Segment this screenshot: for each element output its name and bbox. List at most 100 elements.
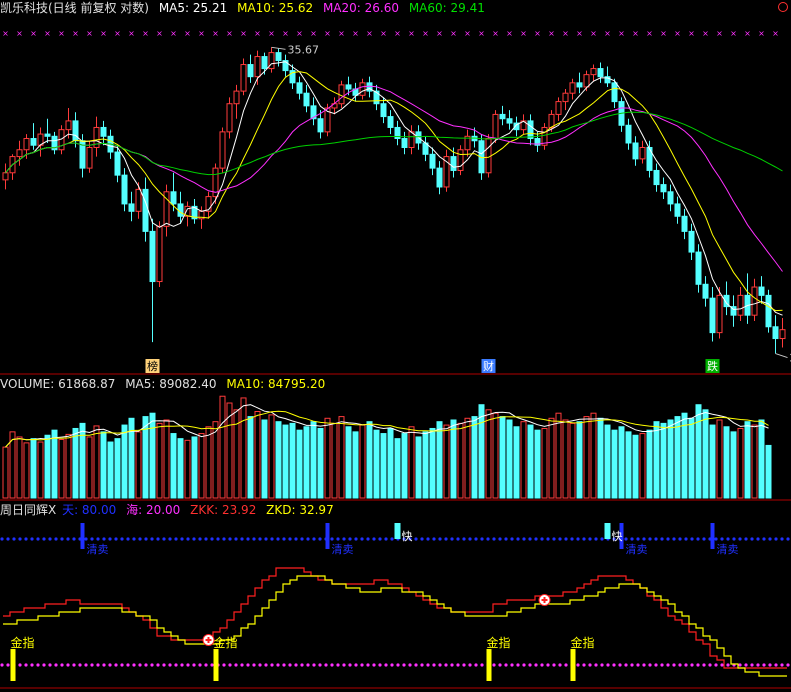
- zkd-readout: ZKD: 32.97: [266, 503, 334, 517]
- signal-mark: ×: [184, 29, 191, 38]
- tian-level-dot: [42, 537, 46, 541]
- candle-body: [436, 167, 443, 188]
- candle-body: [387, 116, 394, 128]
- candle-body: [380, 103, 387, 118]
- hai-level-dot: [582, 663, 586, 667]
- volume-bar: [317, 427, 324, 499]
- volume-bar: [387, 427, 394, 499]
- volume-bar: [667, 419, 674, 499]
- volume-bar: [331, 422, 338, 499]
- signal-mark: ×: [156, 29, 163, 38]
- volume-bar: [303, 426, 310, 499]
- tian-level-dot: [54, 537, 58, 541]
- tian-level-dot: [750, 537, 754, 541]
- signal-mark: ×: [212, 29, 219, 38]
- candle-body: [72, 120, 79, 142]
- tian-level-dot: [342, 537, 346, 541]
- hai-level-dot: [402, 663, 406, 667]
- candle-body: [233, 90, 240, 105]
- close-icon[interactable]: [778, 2, 788, 12]
- volume-bar: [366, 421, 373, 499]
- tian-level-dot: [330, 537, 334, 541]
- tian-level-dot: [438, 537, 442, 541]
- volume-bar: [93, 425, 100, 499]
- candle-body: [177, 203, 184, 217]
- hai-level-dot: [576, 663, 580, 667]
- hai-level-dot: [738, 663, 742, 667]
- tian-level-dot: [24, 537, 28, 541]
- tian-level-dot: [108, 537, 112, 541]
- volume-bar: [562, 419, 569, 499]
- candle-body: [569, 82, 576, 94]
- volume-bar: [604, 424, 611, 499]
- indicator-panel[interactable]: 清卖 清卖 清卖 清卖快 快金指 金指 金指 金指: [0, 523, 790, 681]
- volume-bar: [275, 421, 282, 499]
- volume-bar: [751, 424, 758, 499]
- event-marker-label: 财: [483, 359, 494, 373]
- signal-mark: ×: [114, 29, 121, 38]
- event-marker-label: 榜: [147, 359, 158, 373]
- candle-body: [240, 64, 247, 92]
- signal-mark: ×: [394, 29, 401, 38]
- hai-level-dot: [90, 663, 94, 667]
- signal-mark: ×: [198, 29, 205, 38]
- candle-body: [100, 126, 107, 137]
- hai-level-dot: [648, 663, 652, 667]
- tian-level-dot: [696, 537, 700, 541]
- volume-bar: [688, 417, 695, 499]
- hai-level-dot: [300, 663, 304, 667]
- hai-level-dot: [696, 663, 700, 667]
- signal-mark: ×: [506, 29, 513, 38]
- hai-level-dot: [714, 663, 718, 667]
- tian-level-dot: [144, 537, 148, 541]
- gold-signal-label: 金指: [570, 635, 594, 650]
- tian-level-dot: [600, 537, 604, 541]
- volume-bar: [695, 404, 702, 499]
- volume-bar: [149, 412, 156, 499]
- volume-bar: [114, 438, 121, 499]
- fast-signal-label: 快: [612, 530, 623, 543]
- hai-level-dot: [306, 663, 310, 667]
- hai-level-dot: [204, 663, 208, 667]
- candle-body: [156, 225, 163, 283]
- candle-body: [562, 92, 569, 103]
- ma20-readout: MA20: 26.60: [322, 1, 399, 15]
- signal-mark: ×: [450, 29, 457, 38]
- gold-signal-bar: [486, 649, 492, 681]
- volume-bar: [163, 419, 170, 499]
- tian-level-dot: [558, 537, 562, 541]
- volume-bar: [765, 444, 772, 499]
- volume-bar: [520, 421, 527, 499]
- kline-chart[interactable]: × × × × × × × × × × × × × × × × × × × × × × × × × × × × × × × × × × × × × × × ×…: [0, 0, 791, 692]
- tian-level-dot: [588, 537, 592, 541]
- tian-level-dot: [642, 537, 646, 541]
- signal-mark: ×: [240, 29, 247, 38]
- candle-body: [590, 68, 597, 76]
- tian-level-dot: [444, 537, 448, 541]
- candle-body: [457, 149, 464, 171]
- hai-level-dot: [408, 663, 412, 667]
- tian-level-dot: [474, 537, 478, 541]
- hai-level-dot: [558, 663, 562, 667]
- volume-bar: [639, 433, 646, 499]
- hai-level-dot: [396, 663, 400, 667]
- volume-bar: [408, 426, 415, 499]
- hai-level-dot: [108, 663, 112, 667]
- hai-level-dot: [636, 663, 640, 667]
- tian-level-dot: [756, 537, 760, 541]
- price-panel[interactable]: × × × × × × × × × × × × × × × × × × × × × × × × × × × × × × × × × × × × × × × ×…: [2, 29, 791, 373]
- tian-level-dot: [246, 537, 250, 541]
- tian-level-dot: [636, 537, 640, 541]
- volume-panel[interactable]: [2, 395, 772, 499]
- hai-level-dot: [282, 663, 286, 667]
- hai-level-dot: [222, 663, 226, 667]
- sell-signal-bar: [80, 523, 85, 549]
- tian-level-dot: [678, 537, 682, 541]
- tian-level-dot: [420, 537, 424, 541]
- hai-level-dot: [672, 663, 676, 667]
- hai-level-dot: [294, 663, 298, 667]
- hai-level-dot: [492, 663, 496, 667]
- hai-level-dot: [390, 663, 394, 667]
- signal-mark: ×: [478, 29, 485, 38]
- candle-body: [653, 169, 660, 186]
